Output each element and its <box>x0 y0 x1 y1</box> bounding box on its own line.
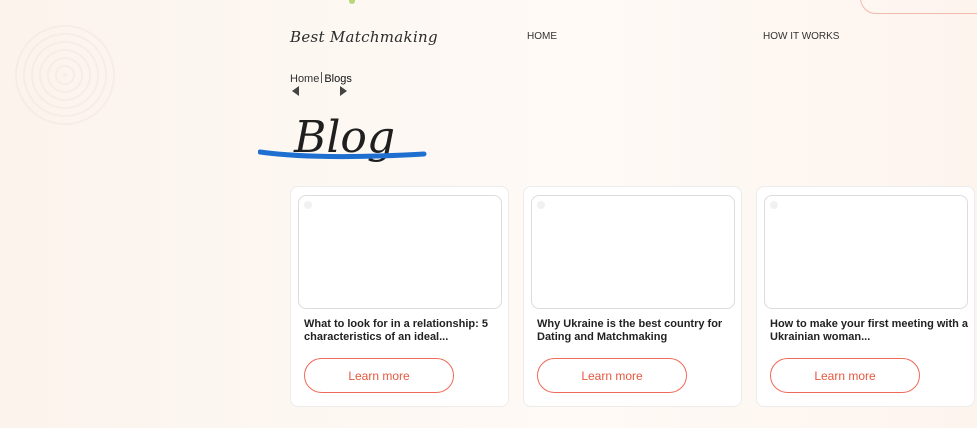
blog-card-image[interactable] <box>764 195 968 309</box>
top-decoration <box>349 0 355 4</box>
strike-through-line <box>258 149 427 160</box>
blog-card-title[interactable]: What to look for in a relationship: 5 ch… <box>304 318 504 344</box>
nav-home[interactable]: HOME <box>527 31 557 42</box>
top-pill-button[interactable] <box>860 0 977 14</box>
image-placeholder-icon <box>770 201 778 209</box>
learn-more-button[interactable]: Learn more <box>770 358 920 393</box>
learn-more-button[interactable]: Learn more <box>537 358 687 393</box>
breadcrumb-arrows <box>292 86 352 98</box>
blog-card: What to look for in a relationship: 5 ch… <box>290 186 509 407</box>
image-placeholder-icon <box>537 201 545 209</box>
learn-more-button[interactable]: Learn more <box>304 358 454 393</box>
breadcrumb-current: Blogs <box>324 73 352 85</box>
breadcrumb-home[interactable]: Home <box>290 73 319 85</box>
background-decoration <box>10 20 120 130</box>
breadcrumb-separator <box>321 72 323 83</box>
blog-card-image[interactable] <box>531 195 735 309</box>
site-logo[interactable]: Best Matchmaking <box>290 28 438 46</box>
blog-card: How to make your first meeting with a Uk… <box>756 186 975 407</box>
blog-card: Why Ukraine is the best country for Dati… <box>523 186 742 407</box>
caret-right-icon[interactable] <box>340 86 347 96</box>
blog-card-image[interactable] <box>298 195 502 309</box>
page-heading-block: Blog <box>258 112 438 182</box>
image-placeholder-icon <box>304 201 312 209</box>
caret-left-icon[interactable] <box>292 86 299 96</box>
blog-card-title[interactable]: Why Ukraine is the best country for Dati… <box>537 318 737 344</box>
breadcrumb: Home Blogs <box>290 72 352 85</box>
blog-card-title[interactable]: How to make your first meeting with a Uk… <box>770 318 970 344</box>
nav-how-it-works[interactable]: HOW IT WORKS <box>763 31 839 42</box>
